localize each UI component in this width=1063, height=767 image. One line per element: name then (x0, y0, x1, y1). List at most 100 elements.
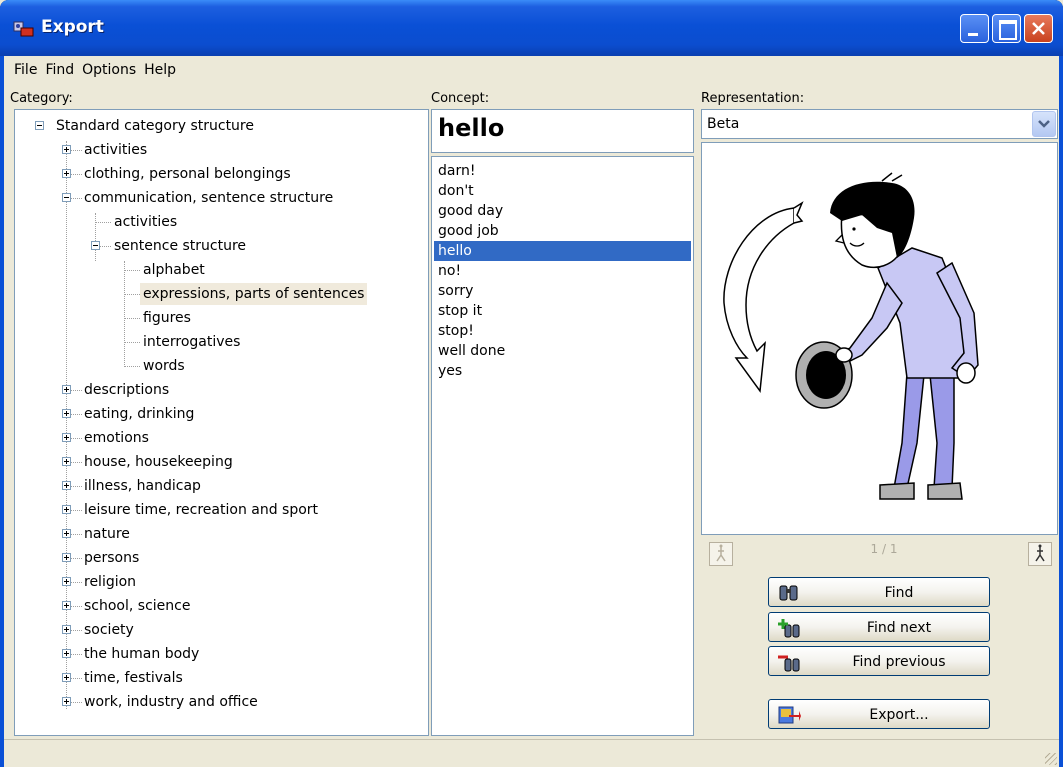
tree-item-label: alphabet (143, 262, 205, 278)
tree-item[interactable]: words (15, 355, 415, 377)
tree-item[interactable]: descriptions (15, 379, 415, 401)
dropdown-button[interactable] (1032, 111, 1056, 137)
tree-item[interactable]: figures (15, 307, 415, 329)
expand-icon[interactable] (62, 553, 71, 562)
representation-select[interactable]: Beta (701, 109, 1058, 139)
tree-item[interactable]: emotions (15, 427, 415, 449)
tree-item[interactable]: nature (15, 523, 415, 545)
tree-item[interactable]: activities (15, 139, 415, 161)
tree-item-label: communication, sentence structure (84, 190, 334, 206)
menu-help[interactable]: Help (140, 59, 180, 81)
expand-icon[interactable] (62, 169, 71, 178)
next-image-button[interactable] (1028, 542, 1052, 566)
list-item[interactable]: don't (434, 181, 691, 201)
find-next-button[interactable]: Find next (768, 612, 990, 642)
tree-item[interactable]: clothing, personal belongings (15, 163, 415, 185)
expand-icon[interactable] (62, 409, 71, 418)
tree-item-label: religion (84, 574, 137, 590)
tree-item[interactable]: society (15, 619, 415, 641)
menu-bar: File Find Options Help (4, 56, 1059, 84)
tree-item-label: descriptions (84, 382, 170, 398)
resize-grip[interactable] (1045, 753, 1057, 765)
list-item[interactable]: sorry (434, 281, 691, 301)
maximize-button[interactable] (992, 14, 1021, 43)
list-item[interactable]: yes (434, 361, 691, 381)
expand-icon[interactable] (62, 529, 71, 538)
list-item[interactable]: no! (434, 261, 691, 281)
expand-icon[interactable] (62, 601, 71, 610)
tree-item[interactable]: persons (15, 547, 415, 569)
walking-person-icon (716, 544, 726, 562)
tree-item[interactable]: interrogatives (15, 331, 415, 353)
chevron-down-icon (1038, 120, 1050, 128)
expand-icon[interactable] (62, 385, 71, 394)
tree-item[interactable]: house, housekeeping (15, 451, 415, 473)
tree-line (124, 366, 140, 367)
find-previous-button-label: Find previous (852, 654, 946, 670)
binoculars-plus-icon (778, 619, 800, 638)
collapse-icon[interactable] (91, 241, 100, 250)
list-item[interactable]: well done (434, 341, 691, 361)
tree-item[interactable]: communication, sentence structure (15, 187, 415, 209)
expand-icon[interactable] (62, 625, 71, 634)
tree-item[interactable]: religion (15, 571, 415, 593)
expand-icon[interactable] (62, 697, 71, 706)
tree-item[interactable]: sentence structure (15, 235, 415, 257)
title-bar[interactable]: Export (0, 0, 1063, 56)
export-button[interactable]: Export... (768, 699, 990, 729)
close-button[interactable] (1024, 14, 1053, 43)
minimize-button[interactable] (960, 14, 989, 43)
expand-icon[interactable] (62, 505, 71, 514)
expand-icon[interactable] (62, 649, 71, 658)
tree-item[interactable]: leisure time, recreation and sport (15, 499, 415, 521)
list-item[interactable]: good day (434, 201, 691, 221)
tree-item-label: illness, handicap (84, 478, 201, 494)
tree-item-root[interactable]: Standard category structure (15, 115, 415, 137)
tree-item[interactable]: school, science (15, 595, 415, 617)
tree-line (124, 270, 140, 271)
previous-image-button[interactable] (709, 542, 733, 566)
list-item[interactable]: stop it (434, 301, 691, 321)
tree-item[interactable]: work, industry and office (15, 691, 415, 713)
menu-options[interactable]: Options (78, 59, 140, 81)
representation-image (701, 142, 1058, 535)
tree-item-label: activities (84, 142, 148, 158)
expand-icon[interactable] (62, 145, 71, 154)
concept-field[interactable]: hello (431, 109, 694, 153)
expand-icon[interactable] (62, 457, 71, 466)
expand-icon[interactable] (62, 481, 71, 490)
tree-item-label: eating, drinking (84, 406, 195, 422)
concept-list[interactable]: darn! don't good day good job hello no! … (431, 156, 694, 736)
expand-icon[interactable] (62, 673, 71, 682)
expand-icon[interactable] (62, 433, 71, 442)
collapse-icon[interactable] (35, 121, 44, 130)
tree-item-label: time, festivals (84, 670, 183, 686)
tree-item-label: leisure time, recreation and sport (84, 502, 319, 518)
tree-item[interactable]: time, festivals (15, 667, 415, 689)
tree-item-label: activities (114, 214, 178, 230)
status-bar (4, 739, 1059, 767)
tree-item[interactable]: the human body (15, 643, 415, 665)
list-item-selected[interactable]: hello (434, 241, 691, 261)
tree-item-label: expressions, parts of sentences (140, 283, 368, 305)
find-button-label: Find (884, 585, 914, 601)
menu-file[interactable]: File (10, 59, 41, 81)
tree-item[interactable]: eating, drinking (15, 403, 415, 425)
expand-icon[interactable] (62, 577, 71, 586)
list-item[interactable]: darn! (434, 161, 691, 181)
tree-item[interactable]: alphabet (15, 259, 415, 281)
tree-item[interactable]: activities (15, 211, 415, 233)
binoculars-minus-icon (778, 655, 800, 672)
find-previous-button[interactable]: Find previous (768, 646, 990, 676)
list-item[interactable]: stop! (434, 321, 691, 341)
find-button[interactable]: Find (768, 577, 990, 607)
tree-item[interactable]: illness, handicap (15, 475, 415, 497)
tree-item-label: work, industry and office (84, 694, 258, 710)
tree-item-selected[interactable]: expressions, parts of sentences (15, 283, 415, 305)
list-item[interactable]: good job (434, 221, 691, 241)
collapse-icon[interactable] (62, 193, 71, 202)
menu-find[interactable]: Find (41, 59, 78, 81)
concept-current: hello (438, 114, 505, 142)
category-tree[interactable]: Standard category structure activities c… (14, 109, 429, 736)
export-window: Export File Find Options Help Category: … (0, 0, 1063, 767)
